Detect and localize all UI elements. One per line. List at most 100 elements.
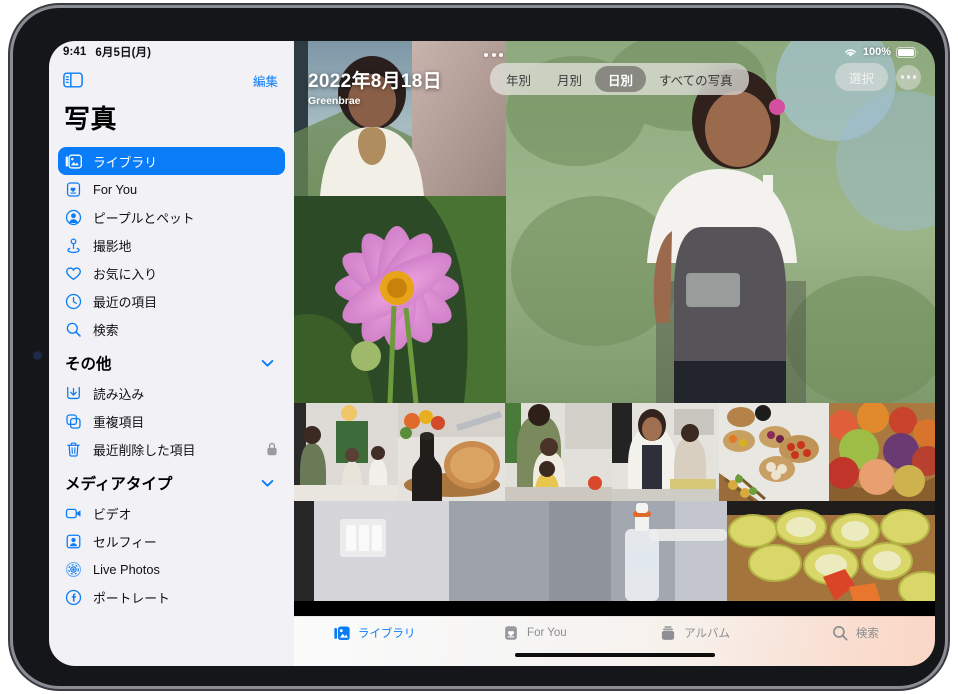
trash-icon — [65, 441, 82, 458]
select-button[interactable]: 選択 — [835, 63, 888, 91]
sidebar: 9:41 6月5日(月) 編集 写真 — [49, 41, 294, 666]
sidebar-item-label: ライブラリ — [93, 152, 278, 171]
video-icon — [65, 505, 82, 522]
sidebar-item-recently-deleted[interactable]: 最近削除した項目 — [58, 435, 285, 463]
photo-image — [398, 403, 505, 501]
albums-icon — [659, 624, 677, 642]
bottom-tab-bar: ライブラリ For You アルバム — [294, 616, 935, 666]
sidebar-item-videos[interactable]: ビデオ — [58, 499, 285, 527]
sidebar-item-label: 最近削除した項目 — [93, 440, 255, 459]
sidebar-item-duplicates[interactable]: 重複項目 — [58, 407, 285, 435]
portrait-icon — [65, 589, 82, 606]
sidebar-item-library[interactable]: ライブラリ — [58, 147, 285, 175]
sidebar-item-for-you[interactable]: For You — [58, 175, 285, 203]
photo-image — [506, 41, 935, 403]
selfie-icon — [65, 533, 82, 550]
photo-thumbnail[interactable] — [549, 501, 727, 601]
sidebar-item-favorites[interactable]: お気に入り — [58, 259, 285, 287]
sidebar-item-portrait[interactable]: ポートレート — [58, 583, 285, 611]
photo-thumbnail[interactable] — [719, 403, 829, 501]
import-icon — [65, 385, 82, 402]
photo-thumbnail[interactable] — [294, 403, 398, 501]
segment-all-photos[interactable]: すべての写真 — [646, 66, 746, 92]
battery-percent-label: 100% — [863, 46, 891, 58]
photo-thumbnail[interactable] — [294, 196, 506, 403]
photo-image — [549, 501, 727, 601]
tab-library-label: ライブラリ — [358, 625, 416, 641]
date-overlay: 2022年8月18日 Greenbrae — [308, 66, 442, 107]
segment-year[interactable]: 年別 — [493, 66, 544, 92]
sidebar-item-recents[interactable]: 最近の項目 — [58, 287, 285, 315]
status-date: 6月5日(月) — [95, 44, 151, 60]
sidebar-section-other-header[interactable]: その他 — [49, 343, 294, 379]
sidebar-section-title: メディアタイプ — [65, 472, 172, 494]
status-bar: 9:41 6月5日(月) — [49, 41, 294, 63]
sidebar-item-people-pets[interactable]: ピープルとペット — [58, 203, 285, 231]
sidebar-section-media-type-header[interactable]: メディアタイプ — [49, 463, 294, 499]
tab-albums-label: アルバム — [684, 625, 730, 641]
library-icon — [333, 624, 351, 642]
home-indicator[interactable] — [515, 653, 715, 657]
tab-for-you-label: For You — [527, 627, 567, 639]
sidebar-item-selfies[interactable]: セルフィー — [58, 527, 285, 555]
sidebar-item-label: Live Photos — [93, 562, 278, 577]
photo-thumbnail[interactable] — [294, 41, 506, 196]
sidebar-item-label: 読み込み — [93, 384, 278, 403]
sidebar-item-label: お気に入り — [93, 264, 278, 283]
main-content-area: 2022年8月18日 Greenbrae 100% — [294, 41, 935, 666]
sidebar-item-label: ピープルとペット — [93, 208, 278, 227]
sidebar-item-places[interactable]: 撮影地 — [58, 231, 285, 259]
sidebar-item-label: セルフィー — [93, 532, 278, 551]
photo-thumbnail[interactable] — [449, 501, 549, 601]
photo-thumbnail[interactable] — [398, 403, 505, 501]
photo-thumbnail[interactable] — [506, 41, 935, 403]
sidebar-item-import[interactable]: 読み込み — [58, 379, 285, 407]
photo-thumbnail[interactable] — [294, 501, 449, 601]
wifi-icon — [843, 47, 858, 58]
main-toolbar-actions: 選択 — [835, 63, 921, 91]
sidebar-toggle-icon[interactable] — [63, 72, 83, 88]
edit-button[interactable]: 編集 — [253, 71, 278, 90]
photo-grid — [294, 41, 935, 666]
sidebar-section-title: その他 — [65, 352, 112, 374]
search-icon — [831, 624, 849, 642]
chevron-down-icon[interactable] — [261, 479, 274, 488]
sidebar-item-search[interactable]: 検索 — [58, 315, 285, 343]
photo-image — [449, 501, 549, 601]
sidebar-item-live-photos[interactable]: Live Photos — [58, 555, 285, 583]
duplicates-icon — [65, 413, 82, 430]
photo-thumbnail[interactable] — [612, 403, 719, 501]
photo-thumbnail[interactable] — [727, 501, 935, 601]
segment-month[interactable]: 月別 — [544, 66, 595, 92]
photo-more-dots-icon[interactable] — [484, 53, 503, 57]
chevron-down-icon[interactable] — [261, 359, 274, 368]
tab-albums[interactable]: アルバム — [615, 624, 775, 642]
photo-image — [719, 403, 829, 501]
tabbar-divider — [294, 616, 935, 617]
sidebar-item-label: ポートレート — [93, 588, 278, 607]
clock-icon — [65, 293, 82, 310]
tab-search[interactable]: 検索 — [775, 624, 935, 642]
segment-day[interactable]: 日別 — [595, 66, 646, 92]
live-photos-icon — [65, 561, 82, 578]
tab-library[interactable]: ライブラリ — [294, 624, 454, 642]
tab-for-you[interactable]: For You — [454, 624, 614, 642]
status-time: 9:41 — [63, 46, 86, 58]
device-frame: 2022年8月18日 Greenbrae 100% — [13, 8, 945, 686]
timeline-segmented-control[interactable]: 年別 月別 日別 すべての写真 — [490, 63, 749, 95]
sidebar-toolbar: 編集 — [49, 63, 294, 97]
photo-image — [612, 403, 719, 501]
heart-icon — [65, 265, 82, 282]
sidebar-item-label: 最近の項目 — [93, 292, 278, 311]
tab-search-label: 検索 — [856, 625, 879, 641]
sidebar-item-label: ビデオ — [93, 504, 278, 523]
photo-thumbnail[interactable] — [829, 403, 935, 501]
sidebar-item-label: 検索 — [93, 320, 278, 339]
more-ellipsis-icon[interactable] — [896, 65, 921, 90]
photo-image — [505, 403, 612, 501]
lock-icon — [266, 442, 278, 456]
photo-image — [294, 403, 398, 501]
date-place-label: Greenbrae — [308, 95, 442, 107]
photo-thumbnail[interactable] — [505, 403, 612, 501]
places-pin-icon — [65, 237, 82, 254]
